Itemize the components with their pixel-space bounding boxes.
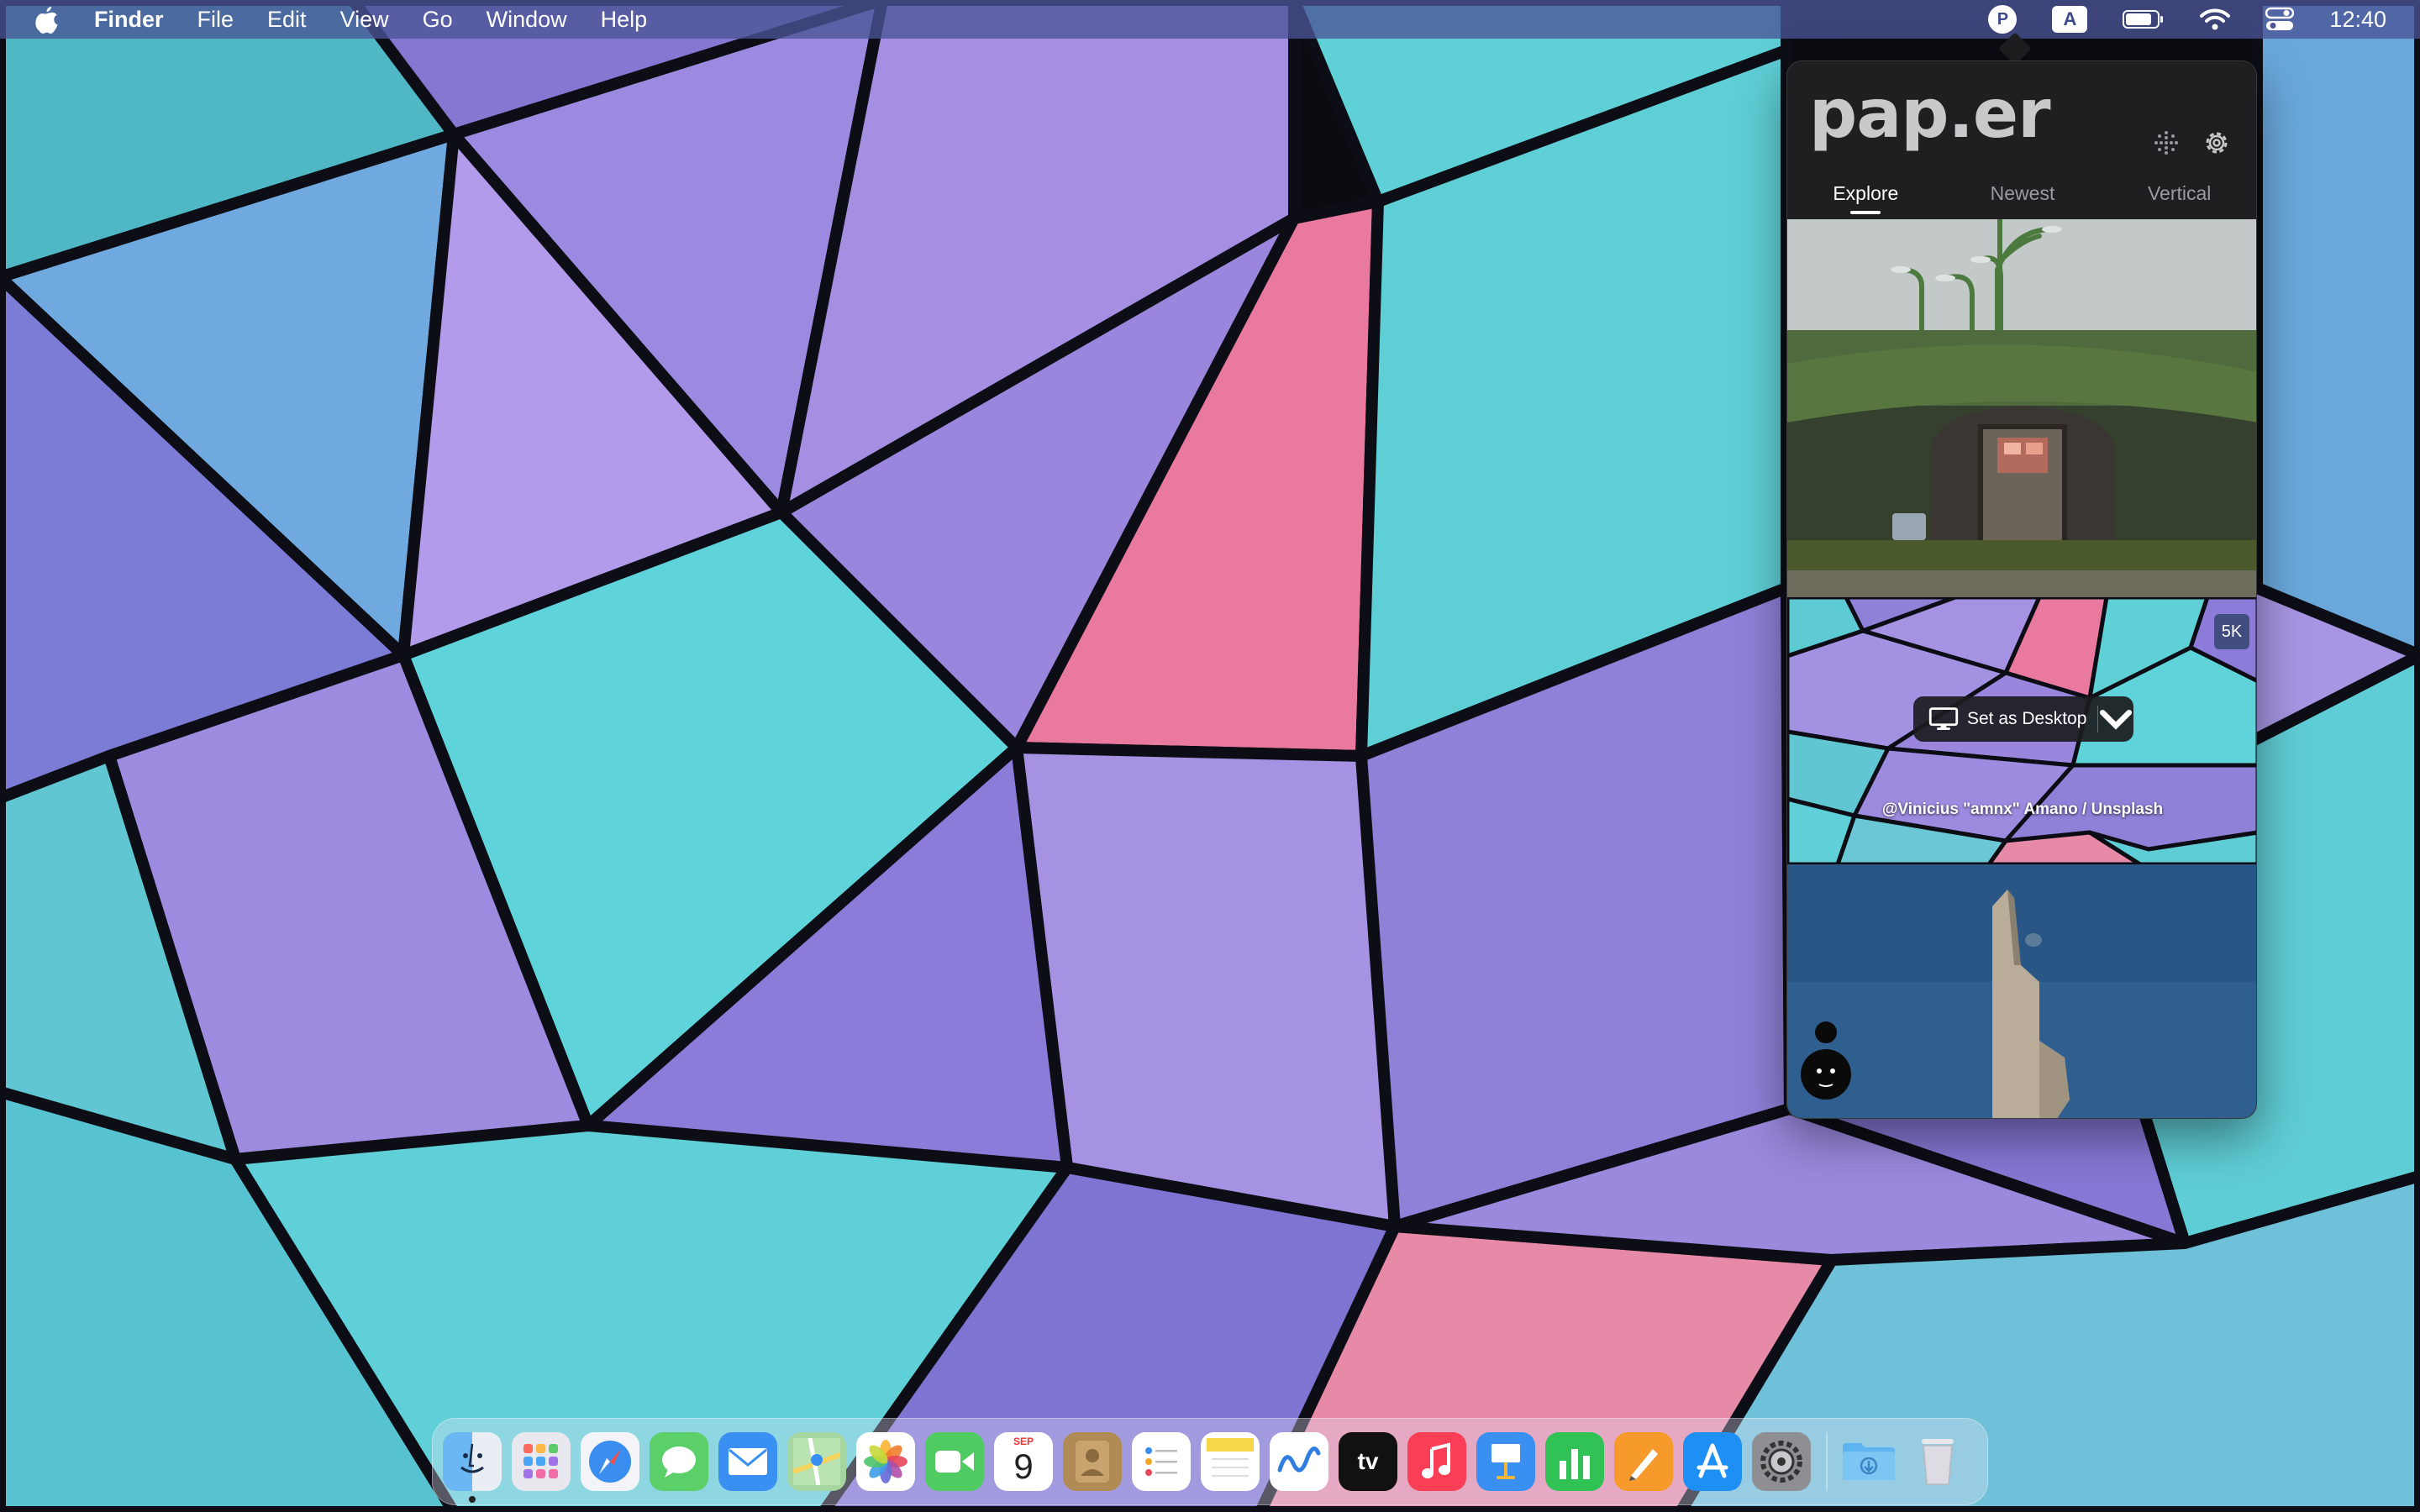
tab-explore[interactable]: Explore [1787, 179, 1944, 219]
menu-view[interactable]: View [340, 7, 389, 33]
dock-app-notes[interactable] [1201, 1432, 1260, 1491]
running-indicator [469, 1496, 476, 1503]
apple-menu-icon[interactable] [32, 4, 62, 34]
popover-tabs: Explore Newest Vertical [1787, 179, 2256, 219]
menu-bar-clock[interactable]: 12:40 [2329, 7, 2386, 33]
dock-app-music[interactable] [1407, 1432, 1466, 1491]
dock-trash[interactable] [1908, 1432, 1967, 1491]
set-as-desktop-label: Set as Desktop [1967, 709, 2087, 728]
dock-app-safari[interactable] [581, 1432, 639, 1491]
menu-edit[interactable]: Edit [267, 7, 307, 33]
dock-folder-downloads[interactable] [1839, 1432, 1898, 1491]
dock-app-messages[interactable] [650, 1432, 708, 1491]
dock-app-contacts[interactable] [1063, 1432, 1122, 1491]
dock-app-reminders[interactable] [1132, 1432, 1191, 1491]
dock: SEP 9 tv [432, 1418, 1988, 1505]
dock-app-maps[interactable] [787, 1432, 846, 1491]
input-source-letter: A [2052, 6, 2088, 33]
wallpaper-thumb-lamps[interactable] [1787, 219, 2256, 330]
dock-app-photos[interactable] [856, 1432, 915, 1491]
wallpaper-card-selected[interactable]: 5K Set as Desktop @Vinicius "amnx" Amano… [1787, 597, 2256, 864]
gear-icon[interactable] [2199, 125, 2234, 160]
paper-popover: pap.er Explore Newest Vertical 5K Set as… [1786, 60, 2257, 1119]
dock-app-numbers[interactable] [1545, 1432, 1604, 1491]
dock-app-calendar[interactable]: SEP 9 [994, 1432, 1053, 1491]
tab-vertical[interactable]: Vertical [2101, 179, 2256, 219]
calendar-day: 9 [1013, 1446, 1034, 1486]
dock-app-keynote[interactable] [1476, 1432, 1535, 1491]
dock-app-app-store[interactable] [1683, 1432, 1742, 1491]
dock-app-finder[interactable] [443, 1432, 502, 1503]
display-icon [1928, 706, 1959, 732]
set-as-desktop-button[interactable]: Set as Desktop [1913, 696, 2133, 742]
paper-logo: pap.er [1809, 75, 2051, 153]
wallpaper-thumb-turf-house[interactable] [1787, 330, 2256, 597]
dock-separator [1826, 1432, 1828, 1491]
tv-label: tv [1357, 1448, 1379, 1474]
battery-icon[interactable] [2123, 0, 2165, 39]
menu-go[interactable]: Go [423, 7, 453, 33]
menu-bar-tray: P A 12:40 [1953, 0, 2386, 39]
resolution-badge: 5K [2214, 614, 2249, 649]
sparkle-icon[interactable] [2149, 125, 2184, 160]
dock-app-mail[interactable] [718, 1432, 777, 1491]
menu-bar: Finder File Edit View Go Window Help P A… [0, 0, 2420, 39]
tab-newest[interactable]: Newest [1944, 179, 2102, 219]
wifi-icon[interactable] [2200, 0, 2231, 39]
dock-app-facetime[interactable] [925, 1432, 984, 1491]
chevron-down-icon[interactable] [2098, 708, 2133, 730]
control-center-icon[interactable] [2265, 0, 2295, 39]
menu-file[interactable]: File [197, 7, 234, 33]
photo-credit[interactable]: @Vinicius "amnx" Amano / Unsplash [1787, 801, 2256, 819]
wallpaper-list[interactable]: 5K Set as Desktop @Vinicius "amnx" Amano… [1787, 219, 2256, 1118]
menu-app-finder[interactable]: Finder [94, 7, 164, 33]
input-source-icon[interactable]: A [2052, 0, 2088, 39]
dock-app-freeform[interactable] [1270, 1432, 1328, 1491]
paper-tray-letter: P [1988, 5, 2018, 34]
menu-help[interactable]: Help [601, 7, 648, 33]
dock-app-tv[interactable]: tv [1339, 1432, 1397, 1491]
wallpaper-thumb-building[interactable] [1787, 864, 2256, 1118]
dock-app-system-settings[interactable] [1752, 1432, 1811, 1491]
popover-header: pap.er Explore Newest Vertical [1787, 61, 2256, 219]
calendar-month: SEP [1013, 1436, 1034, 1447]
dock-app-pages[interactable] [1614, 1432, 1673, 1491]
dock-app-launchpad[interactable] [512, 1432, 571, 1491]
menu-window[interactable]: Window [487, 7, 567, 33]
